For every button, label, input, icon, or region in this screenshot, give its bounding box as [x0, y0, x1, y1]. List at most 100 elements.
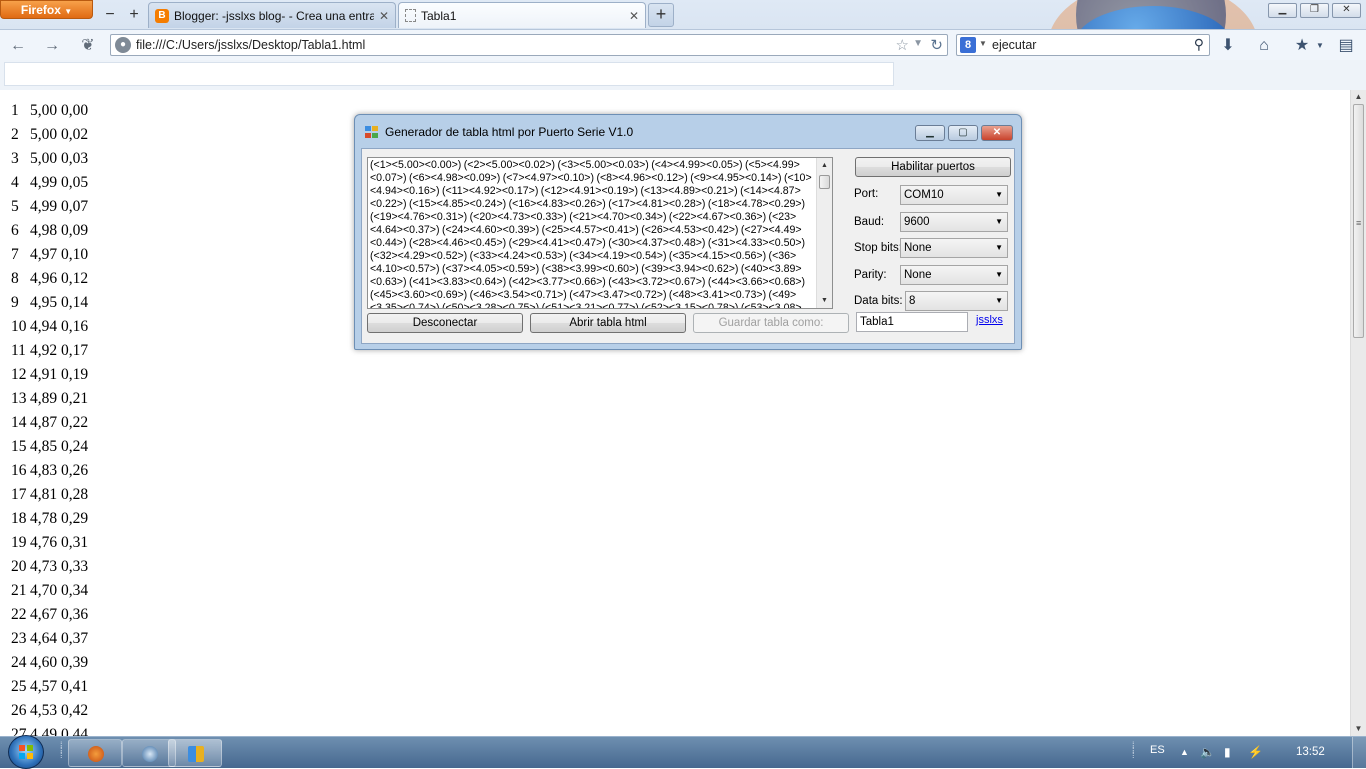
parity-select[interactable]: None ▼ — [900, 265, 1008, 285]
extension-icon[interactable]: ▤ — [1336, 36, 1356, 56]
site-identity-icon[interactable]: ● — [115, 37, 131, 53]
serial-table-generator-window: Generador de tabla html por Puerto Serie… — [354, 114, 1022, 350]
row-value-2: 0,16 — [61, 318, 89, 335]
row-value-1: 4,81 — [30, 486, 58, 503]
stop-bits-select[interactable]: None ▼ — [900, 238, 1008, 258]
row-value-2: 0,26 — [61, 462, 89, 479]
disconnect-button[interactable]: Desconectar — [367, 313, 523, 333]
row-index: 12 — [11, 366, 27, 383]
data-bits-select[interactable]: 8 ▼ — [905, 291, 1008, 311]
row-value-2: 0,37 — [61, 630, 89, 647]
taskbar-firefox-button[interactable] — [68, 739, 122, 767]
scrollbar-thumb[interactable] — [819, 175, 830, 189]
tab-title: Blogger: -jsslxs blog- - Crea una entra.… — [174, 8, 374, 23]
enable-ports-button[interactable]: Habilitar puertos — [855, 157, 1011, 177]
scroll-up-arrow-icon[interactable]: ▲ — [817, 158, 832, 173]
taskbar-generator-button[interactable] — [168, 739, 222, 767]
bookmarks-menu-icon[interactable]: ★ — [1292, 36, 1312, 56]
search-engine-dropdown-icon[interactable]: ▼ — [979, 39, 987, 48]
url-text: file:///C:/Users/jsslxs/Desktop/Tabla1.h… — [136, 38, 366, 52]
received-data-textbox[interactable]: (<1><5.00><0.00>) (<2><5.00><0.02>) (<3>… — [367, 157, 833, 309]
row-value-1: 4,99 — [30, 198, 58, 215]
add-tab-icon[interactable]: + — [124, 5, 144, 25]
scroll-down-arrow-icon[interactable]: ▼ — [1351, 722, 1366, 736]
search-bar[interactable]: 8 ▼ ejecutar ⚲ — [956, 34, 1210, 56]
list-all-tabs-icon[interactable]: − — [100, 5, 120, 25]
port-select[interactable]: COM10 ▼ — [900, 185, 1008, 205]
row-value-2: 0,03 — [61, 150, 89, 167]
forward-arrow-icon[interactable]: → — [42, 36, 62, 56]
table-row: 8 4,96 0,12 — [11, 267, 88, 291]
address-bar[interactable]: ● file:///C:/Users/jsslxs/Desktop/Tabla1… — [110, 34, 948, 56]
power-icon[interactable]: ⚡ — [1248, 745, 1263, 759]
minimize-button[interactable]: ▁ — [915, 125, 945, 141]
show-desktop-button[interactable] — [1352, 737, 1366, 769]
reload-icon[interactable]: ↻ — [930, 36, 943, 54]
row-index: 1 — [11, 102, 19, 119]
volume-icon[interactable]: 🔈 — [1200, 745, 1215, 759]
back-arrow-icon[interactable]: ← — [8, 36, 28, 56]
row-value-1: 4,64 — [30, 630, 58, 647]
firefox-icon — [88, 746, 104, 762]
row-value-2: 0,21 — [61, 390, 89, 407]
table-row: 27 4,49 0,44 — [11, 723, 88, 736]
baud-select[interactable]: 9600 ▼ — [900, 212, 1008, 232]
save-table-as-button[interactable]: Guardar tabla como: — [693, 313, 849, 333]
table-row: 15 4,85 0,24 — [11, 435, 88, 459]
close-tab-icon[interactable]: ✕ — [629, 9, 639, 23]
author-link[interactable]: jsslxs — [976, 314, 1003, 326]
close-window-button[interactable]: ✕ — [1332, 3, 1361, 18]
addon-icon[interactable]: ❦ — [78, 36, 98, 56]
history-dropdown-icon[interactable]: ▼ — [913, 38, 923, 49]
tab-blogger[interactable]: B Blogger: -jsslxs blog- - Crea una entr… — [148, 2, 396, 28]
table-row: 20 4,73 0,33 — [11, 555, 88, 579]
firefox-menu-button[interactable]: Firefox ▼ — [0, 0, 93, 19]
row-value-1: 4,85 — [30, 438, 58, 455]
minimize-window-button[interactable]: ▁ — [1268, 3, 1297, 18]
home-icon[interactable]: ⌂ — [1254, 36, 1274, 56]
textbox-scrollbar[interactable]: ▲ ▼ — [816, 158, 832, 308]
restore-window-button[interactable]: ❐ — [1300, 3, 1329, 18]
bookmarks-dropdown-icon[interactable]: ▼ — [1310, 36, 1330, 56]
row-value-2: 0,34 — [61, 582, 89, 599]
tray-grip: ⁞ ⁞ ⁞ — [1132, 740, 1134, 760]
row-value-1: 4,76 — [30, 534, 58, 551]
table-row: 7 4,97 0,10 — [11, 243, 88, 267]
row-value-1: 4,83 — [30, 462, 58, 479]
tab-tabla1[interactable]: Tabla1 ✕ — [398, 2, 646, 28]
scroll-up-arrow-icon[interactable]: ▲ — [1351, 90, 1366, 104]
row-value-1: 4,99 — [30, 174, 58, 191]
generator-app-icon — [188, 746, 204, 762]
row-value-2: 0,02 — [61, 126, 89, 143]
language-indicator[interactable]: ES — [1150, 744, 1165, 756]
scroll-down-arrow-icon[interactable]: ▼ — [817, 293, 832, 308]
start-button[interactable] — [8, 735, 44, 769]
row-value-2: 0,09 — [61, 222, 89, 239]
row-value-1: 5,00 — [30, 150, 58, 167]
maximize-button[interactable]: ▢ — [948, 125, 978, 141]
open-html-table-button[interactable]: Abrir tabla html — [530, 313, 686, 333]
table-name-input[interactable]: Tabla1 — [856, 312, 968, 332]
network-icon[interactable]: ▮ — [1224, 745, 1231, 759]
clock[interactable]: 13:52 — [1296, 746, 1325, 758]
row-value-2: 0,29 — [61, 510, 89, 527]
table-row: 1 5,00 0,00 — [11, 99, 88, 123]
row-index: 21 — [11, 582, 27, 599]
row-index: 11 — [11, 342, 26, 359]
row-value-2: 0,10 — [61, 246, 89, 263]
bookmark-star-icon[interactable]: ☆ — [896, 36, 909, 54]
scrollbar-thumb[interactable]: ≡ — [1353, 104, 1364, 338]
show-hidden-icons-icon[interactable]: ▲ — [1180, 747, 1189, 757]
close-button[interactable]: ✕ — [981, 125, 1013, 141]
close-tab-icon[interactable]: ✕ — [379, 9, 389, 23]
new-tab-button[interactable]: + — [648, 3, 674, 27]
table-row: 5 4,99 0,07 — [11, 195, 88, 219]
row-value-2: 0,05 — [61, 174, 89, 191]
search-input[interactable]: ejecutar — [992, 38, 1036, 52]
received-data-text: (<1><5.00><0.00>) (<2><5.00><0.02>) (<3>… — [370, 159, 812, 308]
page-scrollbar[interactable]: ▲ ≡ ▼ — [1350, 90, 1366, 736]
download-icon[interactable]: ⬇ — [1218, 36, 1238, 56]
google-icon[interactable]: 8 — [960, 37, 976, 53]
row-index: 8 — [11, 270, 19, 287]
search-icon[interactable]: ⚲ — [1194, 36, 1204, 53]
